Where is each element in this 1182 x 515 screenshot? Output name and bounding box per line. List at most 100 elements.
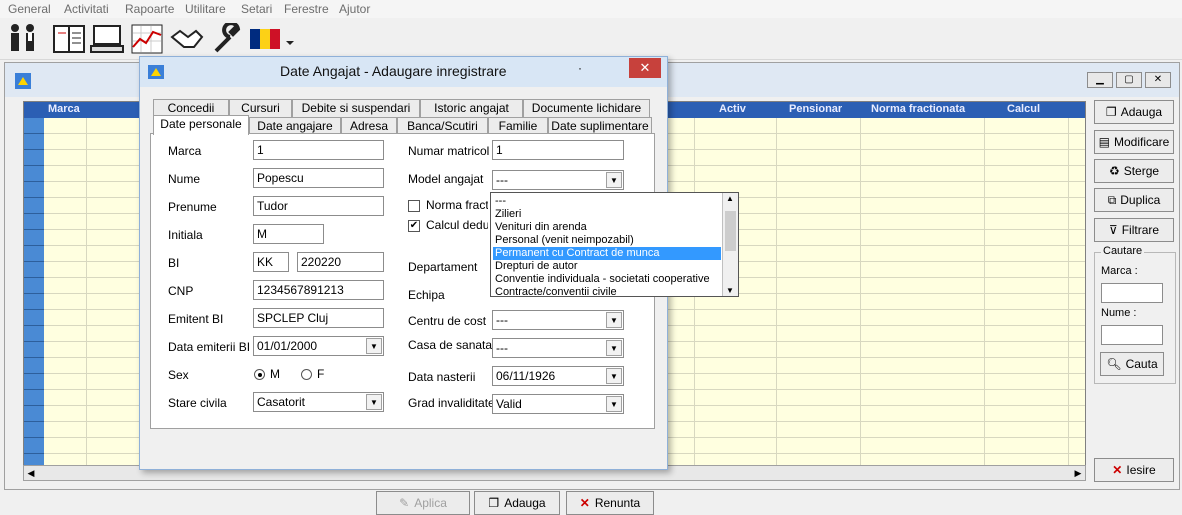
chevron-down-icon[interactable]: ▼ [606,368,622,384]
menu-rapoarte[interactable]: Rapoarte [125,2,174,16]
row-header[interactable] [24,438,44,454]
row-header[interactable] [24,246,44,262]
chevron-up-icon[interactable]: ▲ [726,194,734,203]
scroll-thumb[interactable] [725,211,736,251]
filter-button[interactable]: ⊽ Filtrare [1094,218,1174,242]
row-header[interactable] [24,422,44,438]
scroll-left-icon[interactable]: ◀ [24,466,38,480]
chevron-down-icon[interactable]: ▼ [366,394,382,410]
delete-button[interactable]: ♻ Sterge [1094,159,1174,183]
sex-m-radio[interactable] [254,369,265,380]
menu-utilitare[interactable]: Utilitare [185,2,226,16]
menu-general[interactable]: General [8,2,51,16]
row-header[interactable] [24,294,44,310]
computer-icon[interactable] [90,23,124,55]
row-header[interactable] [24,262,44,278]
col-activ[interactable]: Activ [719,103,746,115]
prenume-field[interactable]: Tudor [253,196,384,216]
menu-ajutor[interactable]: Ajutor [339,2,370,16]
row-header[interactable] [24,390,44,406]
row-header[interactable] [24,198,44,214]
menu-setari[interactable]: Setari [241,2,272,16]
tab-debite[interactable]: Debite si suspendari [292,99,420,117]
minimize-icon[interactable]: ▁ [1087,72,1113,88]
close-icon[interactable]: ✕ [1145,72,1171,88]
row-header[interactable] [24,134,44,150]
dropdown-option[interactable]: Venituri din arenda [493,221,721,234]
stare-civila-combo[interactable]: Casatorit ▼ [253,392,384,412]
menu-activitati[interactable]: Activitati [64,2,109,16]
apply-button[interactable]: ✎ Aplica [376,491,470,515]
model-angajat-dropdown[interactable]: --- Zilieri Venituri din arenda Personal (v… [490,192,739,299]
row-header[interactable] [24,150,44,166]
chevron-down-icon[interactable]: ▼ [606,172,622,188]
dropdown-option[interactable]: Personal (venit neimpozabil) [493,234,721,247]
col-pensionar[interactable]: Pensionar [789,103,842,115]
dropdown-option[interactable]: Permanent cu Contract de munca [493,247,721,260]
dialog-close-icon[interactable]: ✕ [629,58,661,78]
dropdown-option[interactable]: Conventie individuala - societati cooper… [493,273,721,286]
nume-field[interactable]: Popescu [253,168,384,188]
exit-button[interactable]: ✕ Iesire [1094,458,1174,482]
dropdown-option[interactable]: Contracte/conventii civile [493,286,721,299]
restore-icon[interactable]: ▢ [1116,72,1142,88]
dropdown-option[interactable]: Zilieri [493,208,721,221]
cancel-button[interactable]: ✕ Renunta [566,491,654,515]
chevron-down-icon[interactable]: ▼ [606,340,622,356]
handshake-icon[interactable] [170,23,204,55]
row-header[interactable] [24,230,44,246]
dialog-add-button[interactable]: ❐ Adauga [474,491,560,515]
people-icon[interactable] [6,23,40,55]
duplicate-button[interactable]: ⧉ Duplica [1094,188,1174,212]
chevron-down-icon[interactable] [284,23,296,55]
calcul-deduceri-checkbox[interactable]: ✔ [408,220,420,232]
casa-sanatate-combo[interactable]: --- ▼ [492,338,624,358]
sex-f-radio[interactable] [301,369,312,380]
chevron-down-icon[interactable]: ▼ [366,338,382,354]
row-header[interactable] [24,166,44,182]
chart-icon[interactable] [130,23,164,55]
row-header[interactable] [24,278,44,294]
col-marca[interactable]: Marca [48,103,80,115]
scroll-right-icon[interactable]: ▶ [1071,466,1085,480]
tab-istoric[interactable]: Istoric angajat [420,99,523,117]
chevron-down-icon[interactable]: ▼ [726,286,734,295]
cnp-field[interactable]: 1234567891213 [253,280,384,300]
norma-fractionata-checkbox[interactable] [408,200,420,212]
tab-documente[interactable]: Documente lichidare [523,99,650,117]
flag-icon[interactable] [248,23,282,55]
row-header[interactable] [24,118,44,134]
emitent-field[interactable]: SPCLEP Cluj [253,308,384,328]
menu-ferestre[interactable]: Ferestre [284,2,329,16]
initiala-field[interactable]: M [253,224,324,244]
chevron-down-icon[interactable]: ▼ [606,312,622,328]
row-header[interactable] [24,374,44,390]
dropdown-option[interactable]: --- [493,195,721,208]
bi-numar-field[interactable]: 220220 [297,252,384,272]
search-marca-input[interactable] [1101,283,1163,303]
numar-matricol-field[interactable]: 1 [492,140,624,160]
add-button[interactable]: ❐ Adauga [1094,100,1174,124]
chevron-down-icon[interactable]: ▼ [606,396,622,412]
grad-invaliditate-combo[interactable]: Valid ▼ [492,394,624,414]
centru-cost-combo[interactable]: --- ▼ [492,310,624,330]
dropdown-scrollbar[interactable]: ▲ ▼ [722,193,738,296]
row-header[interactable] [24,326,44,342]
data-emiterii-combo[interactable]: 01/01/2000 ▼ [253,336,384,356]
bi-serie-field[interactable]: KK [253,252,289,272]
data-nasterii-combo[interactable]: 06/11/1926 ▼ [492,366,624,386]
model-angajat-combo[interactable]: --- ▼ [492,170,624,190]
row-header[interactable] [24,406,44,422]
col-norma[interactable]: Norma fractionata [871,103,965,115]
wrench-icon[interactable] [210,23,244,55]
col-calcul[interactable]: Calcul [1007,103,1040,115]
row-header[interactable] [24,310,44,326]
search-nume-input[interactable] [1101,325,1163,345]
dropdown-option[interactable]: Drepturi de autor [493,260,721,273]
row-header[interactable] [24,358,44,374]
row-header[interactable] [24,342,44,358]
tab-date-personale[interactable]: Date personale [153,115,249,135]
book-icon[interactable] [52,23,86,55]
row-header[interactable] [24,214,44,230]
row-header[interactable] [24,182,44,198]
